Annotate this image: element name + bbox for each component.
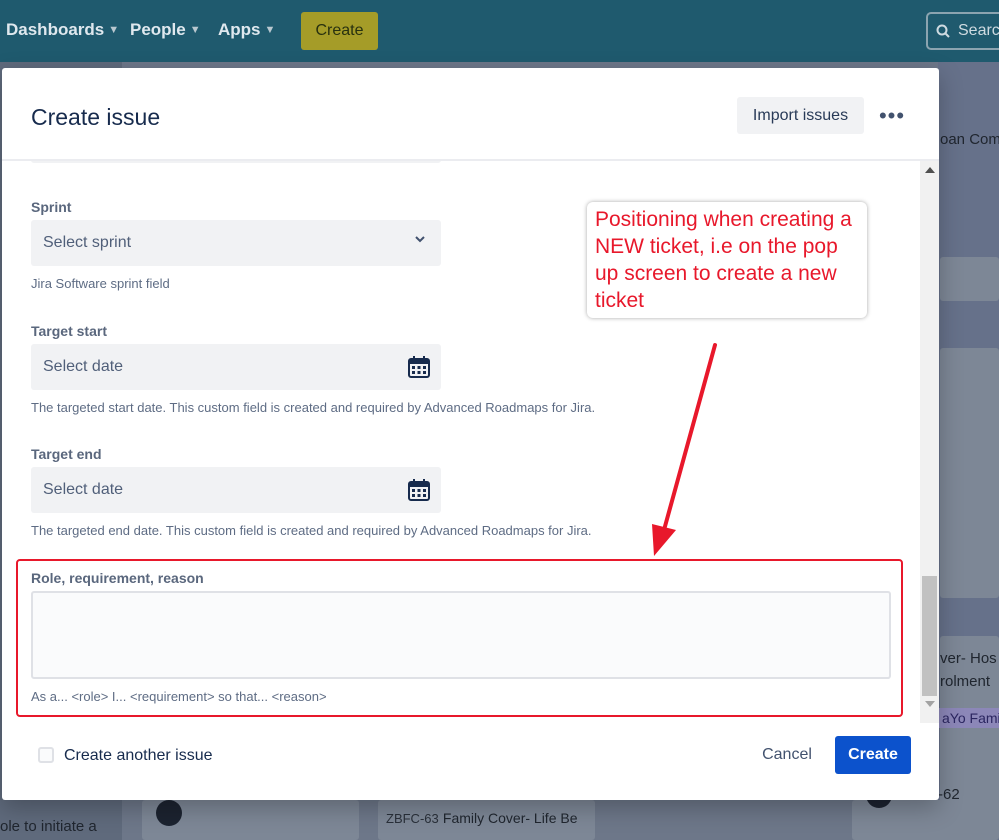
annotation-callout: Positioning when creating a NEW ticket, … xyxy=(587,202,867,318)
sprint-label: Sprint xyxy=(31,199,72,215)
target-end-date-picker[interactable]: Select date xyxy=(31,467,441,513)
nav-dashboards[interactable]: Dashboards ▼ xyxy=(6,20,119,40)
search-input[interactable]: Search xyxy=(926,12,999,50)
scroll-up-arrow-icon[interactable] xyxy=(925,167,935,173)
sprint-select[interactable]: Select sprint xyxy=(31,220,441,266)
sprint-placeholder: Select sprint xyxy=(43,234,132,251)
create-button[interactable]: Create xyxy=(835,736,911,774)
background-card-title: ver- Hos xyxy=(940,650,997,667)
chevron-down-icon xyxy=(415,236,425,243)
nav-create-button[interactable]: Create xyxy=(301,12,378,50)
nav-people[interactable]: People ▼ xyxy=(130,20,201,40)
background-card-key: ZBFC-63 xyxy=(386,811,439,826)
search-icon xyxy=(936,24,950,38)
modal-header: Create issue Import issues ••• xyxy=(2,68,939,161)
calendar-icon[interactable] xyxy=(408,356,430,378)
previous-field-input[interactable] xyxy=(31,161,441,163)
modal-title: Create issue xyxy=(31,104,161,130)
import-issues-button[interactable]: Import issues xyxy=(737,97,864,134)
create-another-checkbox[interactable] xyxy=(38,747,54,763)
card xyxy=(940,257,999,301)
background-card: ZBFC-63 Family Cover- Life Be xyxy=(386,810,578,827)
target-end-placeholder: Select date xyxy=(43,481,124,498)
more-options-icon[interactable]: ••• xyxy=(874,97,910,134)
nav-apps-label: Apps xyxy=(218,20,261,39)
background-card-title: oan Com xyxy=(940,131,999,148)
search-placeholder: Search xyxy=(958,22,999,39)
avatar xyxy=(156,800,182,826)
target-end-label: Target end xyxy=(31,446,102,462)
nav-people-label: People xyxy=(130,20,186,39)
cancel-button[interactable]: Cancel xyxy=(747,736,827,774)
background-card-key: -62 xyxy=(938,786,960,803)
modal-scrollbar[interactable] xyxy=(920,161,939,723)
sprint-help-text: Jira Software sprint field xyxy=(31,276,170,291)
target-start-label: Target start xyxy=(31,323,107,339)
nav-dashboards-label: Dashboards xyxy=(6,20,105,39)
annotation-highlight-box xyxy=(16,559,903,717)
target-start-help-text: The targeted start date. This custom fie… xyxy=(31,400,596,415)
card xyxy=(940,348,999,598)
background-card-title: rolment xyxy=(940,673,991,690)
modal-footer: Create another issue Cancel Create xyxy=(2,723,939,800)
chevron-down-icon: ▼ xyxy=(189,24,201,36)
create-another-label[interactable]: Create another issue xyxy=(64,747,213,765)
chevron-down-icon: ▼ xyxy=(264,24,276,36)
top-navigation: Dashboards ▼ People ▼ Apps ▼ Create Sear… xyxy=(0,0,999,62)
target-start-date-picker[interactable]: Select date xyxy=(31,344,441,390)
scroll-down-arrow-icon[interactable] xyxy=(925,701,935,707)
background-card-title: ole to initiate a xyxy=(0,818,97,835)
target-end-help-text: The targeted end date. This custom field… xyxy=(31,523,592,538)
background-epic-lozenge: aYo Fami xyxy=(938,708,999,728)
target-start-placeholder: Select date xyxy=(43,358,124,375)
calendar-icon[interactable] xyxy=(408,479,430,501)
background-card-title: Family Cover- Life Be xyxy=(442,810,578,826)
nav-apps[interactable]: Apps ▼ xyxy=(218,20,275,40)
chevron-down-icon: ▼ xyxy=(108,24,120,36)
scrollbar-thumb[interactable] xyxy=(922,576,937,696)
